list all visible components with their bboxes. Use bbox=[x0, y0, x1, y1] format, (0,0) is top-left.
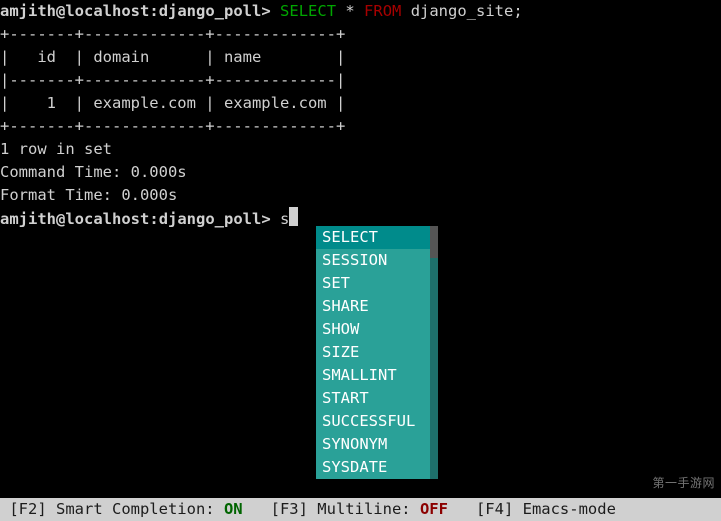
autocomplete-item[interactable]: SIZE bbox=[316, 341, 438, 364]
status-f2-state: ON bbox=[224, 500, 243, 518]
prompt-host: localhost bbox=[65, 2, 149, 20]
sql-select-keyword: SELECT bbox=[280, 2, 336, 20]
terminal: amjith@localhost:django_poll> SELECT * F… bbox=[0, 0, 721, 521]
table-header-row: | id | domain | name | bbox=[0, 46, 721, 69]
status-bar: [F2] Smart Completion: ON [F3] Multiline… bbox=[0, 498, 721, 521]
status-f3-label: [F3] Multiline: bbox=[243, 500, 420, 518]
table-border-bot: +-------+-------------+-------------+ bbox=[0, 115, 721, 138]
cursor bbox=[289, 207, 298, 226]
autocomplete-item[interactable]: SELECT bbox=[316, 226, 438, 249]
table-data-row: | 1 | example.com | example.com | bbox=[0, 92, 721, 115]
prompt-at: @ bbox=[56, 210, 65, 228]
prompt-db: django_poll bbox=[159, 210, 262, 228]
sql-from-keyword: FROM bbox=[364, 2, 401, 20]
autocomplete-item[interactable]: SET bbox=[316, 272, 438, 295]
autocomplete-item[interactable]: SHOW bbox=[316, 318, 438, 341]
status-f2-label: [F2] Smart Completion: bbox=[0, 500, 224, 518]
autocomplete-scrollbar-thumb[interactable] bbox=[430, 226, 438, 258]
autocomplete-item[interactable]: SYSDATE bbox=[316, 456, 438, 479]
prompt-at: @ bbox=[56, 2, 65, 20]
prompt-colon: : bbox=[149, 210, 158, 228]
autocomplete-scrollbar-track[interactable] bbox=[430, 226, 438, 479]
typed-text: s bbox=[280, 210, 289, 228]
watermark: 第一手游网 bbox=[652, 472, 715, 495]
prompt-symbol: > bbox=[261, 2, 270, 20]
prompt-host: localhost bbox=[65, 210, 149, 228]
result-command-time: Command Time: 0.000s bbox=[0, 161, 721, 184]
prompt-colon: : bbox=[149, 2, 158, 20]
table-border-mid: |-------+-------------+-------------| bbox=[0, 69, 721, 92]
sql-table-name: django_site; bbox=[401, 2, 522, 20]
history-line-1: amjith@localhost:django_poll> SELECT * F… bbox=[0, 0, 721, 23]
prompt-symbol: > bbox=[261, 210, 270, 228]
autocomplete-item[interactable]: SYNONYM bbox=[316, 433, 438, 456]
prompt-user: amjith bbox=[0, 2, 56, 20]
sql-star: * bbox=[336, 2, 364, 20]
result-rowcount: 1 row in set bbox=[0, 138, 721, 161]
status-f4-label: [F4] Emacs-mode bbox=[448, 500, 625, 518]
prompt-db: django_poll bbox=[159, 2, 262, 20]
autocomplete-item[interactable]: START bbox=[316, 387, 438, 410]
autocomplete-item[interactable]: SUCCESSFUL bbox=[316, 410, 438, 433]
space bbox=[271, 210, 280, 228]
table-border-top: +-------+-------------+-------------+ bbox=[0, 23, 721, 46]
prompt-user: amjith bbox=[0, 210, 56, 228]
result-format-time: Format Time: 0.000s bbox=[0, 184, 721, 207]
space bbox=[271, 2, 280, 20]
status-f3-state: OFF bbox=[420, 500, 448, 518]
autocomplete-item[interactable]: SMALLINT bbox=[316, 364, 438, 387]
autocomplete-item[interactable]: SESSION bbox=[316, 249, 438, 272]
autocomplete-popup[interactable]: SELECT SESSION SET SHARE SHOW SIZE SMALL… bbox=[316, 226, 438, 479]
autocomplete-item[interactable]: SHARE bbox=[316, 295, 438, 318]
